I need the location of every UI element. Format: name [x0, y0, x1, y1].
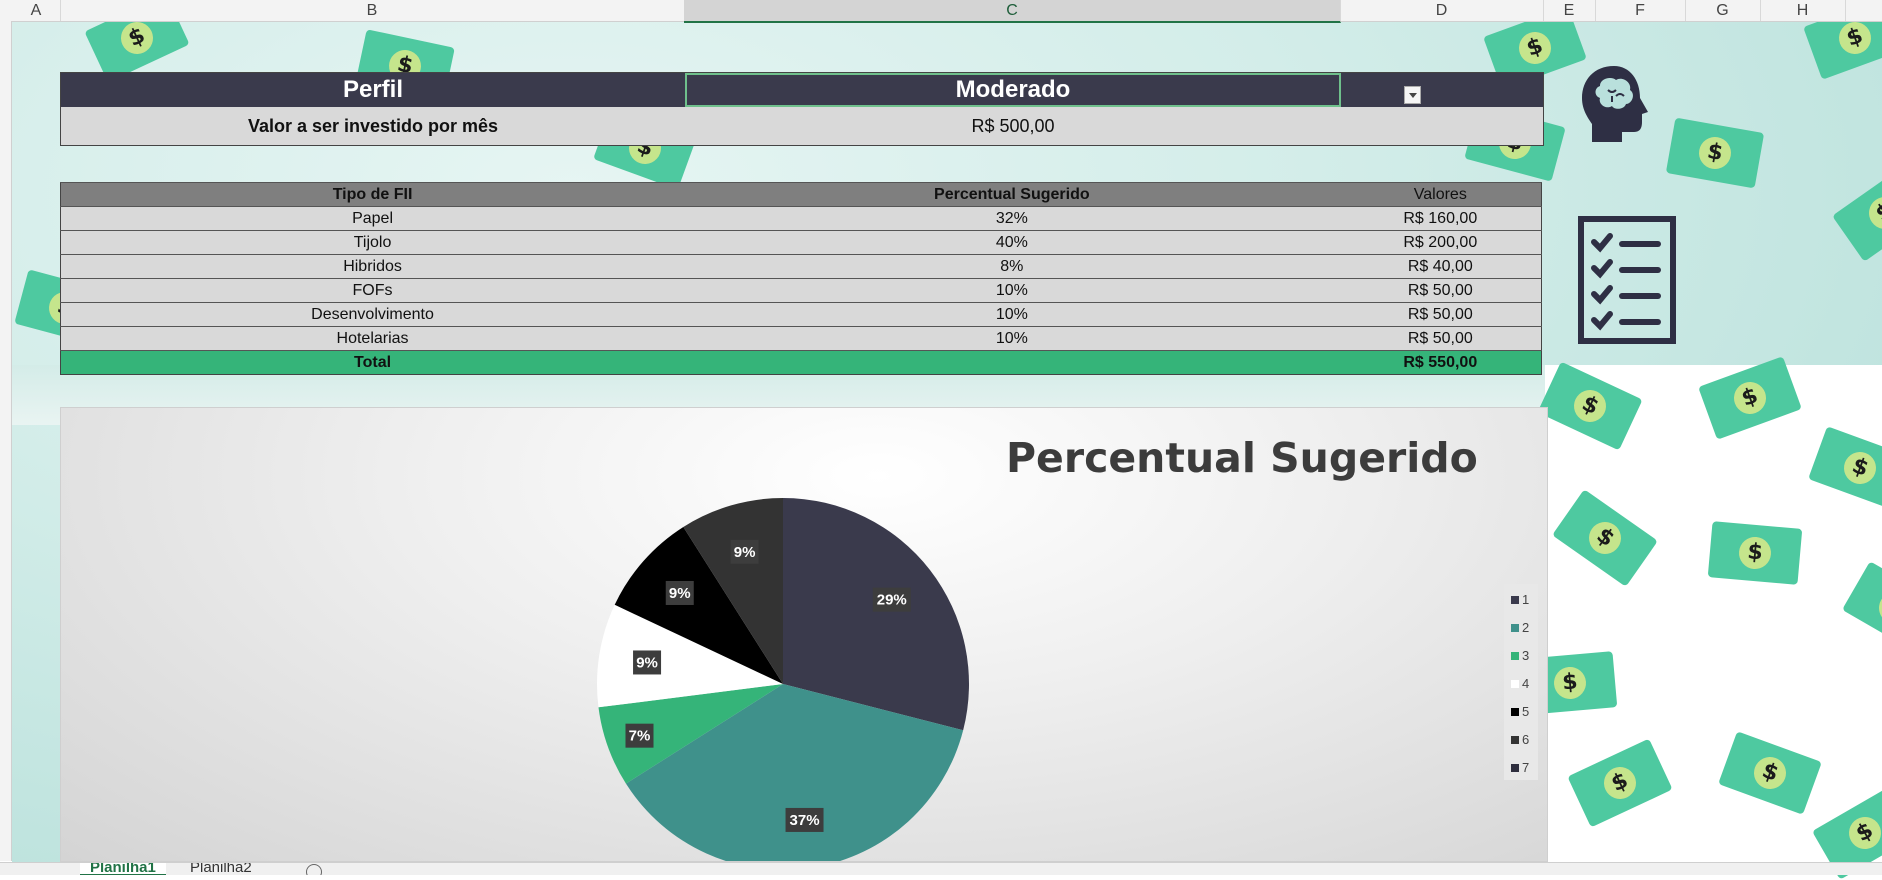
profile-table: Perfil Moderado Valor a ser investido po…	[60, 72, 1544, 146]
header-percentual[interactable]: Percentual Sugerido	[684, 182, 1340, 207]
legend-label: 6	[1522, 732, 1530, 747]
cell-valor[interactable]: R$ 50,00	[1339, 278, 1542, 303]
legend-swatch	[1511, 764, 1519, 772]
brain-head-icon	[1582, 66, 1648, 142]
legend-label: 2	[1522, 620, 1530, 635]
fii-table: Tipo de FII Percentual Sugerido Valores …	[60, 182, 1542, 375]
legend-swatch	[1511, 624, 1519, 632]
svg-text:29%: 29%	[877, 592, 907, 609]
investment-value[interactable]: R$ 500,00	[685, 107, 1341, 145]
legend-label: 4	[1522, 676, 1530, 691]
cell-valor[interactable]: R$ 50,00	[1339, 326, 1542, 351]
row-header-bar	[0, 21, 12, 861]
total-percentual[interactable]	[684, 350, 1340, 375]
table-row: FOFs 10% R$ 50,00	[60, 278, 1542, 303]
legend-item-7[interactable]: 7	[1511, 760, 1529, 775]
column-header-c[interactable]: C	[684, 0, 1341, 23]
total-value[interactable]: R$ 550,00	[1339, 350, 1542, 375]
data-label: 9%	[730, 539, 759, 564]
checklist-icon	[1578, 216, 1676, 344]
total-label[interactable]: Total	[60, 350, 685, 375]
column-header-b[interactable]: B	[60, 0, 685, 21]
cell-percentual[interactable]: 10%	[684, 326, 1340, 351]
money-bill-icon: $	[1707, 521, 1803, 585]
table-row: Papel 32% R$ 160,00	[60, 206, 1542, 231]
column-header-d[interactable]: D	[1340, 0, 1544, 21]
chevron-down-icon[interactable]	[1404, 86, 1421, 104]
header-valores[interactable]: Valores	[1339, 182, 1542, 207]
column-header-f[interactable]: F	[1595, 0, 1686, 21]
total-row: Total R$ 550,00	[60, 350, 1542, 375]
profile-value-cell[interactable]: Moderado	[685, 73, 1341, 107]
investment-row: Valor a ser investido por mês R$ 500,00	[61, 107, 1543, 145]
cell-tipo[interactable]: Desenvolvimento	[60, 302, 685, 327]
data-label: 7%	[625, 723, 654, 748]
cell-percentual[interactable]: 10%	[684, 278, 1340, 303]
cell-tipo[interactable]: Hotelarias	[60, 326, 685, 351]
svg-text:9%: 9%	[669, 585, 691, 602]
cell-tipo[interactable]: FOFs	[60, 278, 685, 303]
data-label: 9%	[633, 650, 662, 675]
data-label: 37%	[785, 807, 824, 832]
data-label: 29%	[872, 587, 911, 612]
profile-row: Perfil Moderado	[61, 73, 1543, 107]
legend-item-1[interactable]: 1	[1511, 592, 1529, 607]
legend-label: 1	[1522, 592, 1530, 607]
table-row: Hibridos 8% R$ 40,00	[60, 254, 1542, 279]
investment-label[interactable]: Valor a ser investido por mês	[61, 107, 685, 145]
legend-swatch	[1511, 708, 1519, 716]
header-tipo[interactable]: Tipo de FII	[60, 182, 685, 207]
legend-item-3[interactable]: 3	[1511, 648, 1529, 663]
cell-tipo[interactable]: Papel	[60, 206, 685, 231]
column-header-a[interactable]: A	[12, 0, 61, 21]
legend-swatch	[1511, 596, 1519, 604]
legend-swatch	[1511, 652, 1519, 660]
sheet-tab-planilha1[interactable]: Planilha1	[80, 863, 166, 875]
svg-text:37%: 37%	[790, 812, 820, 829]
data-label: 9%	[665, 580, 694, 605]
column-header-g[interactable]: G	[1685, 0, 1761, 21]
table-row: Desenvolvimento 10% R$ 50,00	[60, 302, 1542, 327]
column-header-e[interactable]: E	[1543, 0, 1596, 21]
svg-text:7%: 7%	[629, 728, 651, 745]
sheet-tab-bar: Planilha1 Planilha2	[0, 862, 1882, 875]
cell-valor[interactable]: R$ 160,00	[1339, 206, 1542, 231]
profile-label[interactable]: Perfil	[61, 73, 685, 107]
pie-chart[interactable]: Percentual Sugerido 29% 37% 7% 9% 9% 9% 12345…	[60, 407, 1548, 862]
cell-percentual[interactable]: 32%	[684, 206, 1340, 231]
column-header-bar: A B C D E F G H	[0, 0, 1882, 23]
chart-legend[interactable]: 1 2 3 4 5 6 7	[1504, 584, 1538, 780]
legend-label: 7	[1522, 760, 1530, 775]
cell-percentual[interactable]: 40%	[684, 230, 1340, 255]
cell-percentual[interactable]: 8%	[684, 254, 1340, 279]
fii-table-header: Tipo de FII Percentual Sugerido Valores	[60, 182, 1542, 207]
cell-valor[interactable]: R$ 40,00	[1339, 254, 1542, 279]
pie-chart-plot: 29% 37% 7% 9% 9% 9%	[597, 498, 969, 861]
add-sheet-icon[interactable]	[306, 864, 322, 875]
legend-item-5[interactable]: 5	[1511, 704, 1529, 719]
sheet-tab-planilha2[interactable]: Planilha2	[180, 863, 262, 874]
cell-percentual[interactable]: 10%	[684, 302, 1340, 327]
legend-swatch	[1511, 680, 1519, 688]
legend-label: 5	[1522, 704, 1530, 719]
cell-tipo[interactable]: Hibridos	[60, 254, 685, 279]
cell-tipo[interactable]: Tijolo	[60, 230, 685, 255]
legend-item-4[interactable]: 4	[1511, 676, 1529, 691]
svg-text:9%: 9%	[734, 544, 756, 561]
legend-item-6[interactable]: 6	[1511, 732, 1529, 747]
cell-valor[interactable]: R$ 50,00	[1339, 302, 1542, 327]
legend-label: 3	[1522, 648, 1530, 663]
table-row: Hotelarias 10% R$ 50,00	[60, 326, 1542, 351]
legend-item-2[interactable]: 2	[1511, 620, 1529, 635]
column-header-h[interactable]: H	[1760, 0, 1846, 21]
legend-swatch	[1511, 736, 1519, 744]
table-row: Tijolo 40% R$ 200,00	[60, 230, 1542, 255]
cell-valor[interactable]: R$ 200,00	[1339, 230, 1542, 255]
svg-text:9%: 9%	[636, 654, 658, 671]
